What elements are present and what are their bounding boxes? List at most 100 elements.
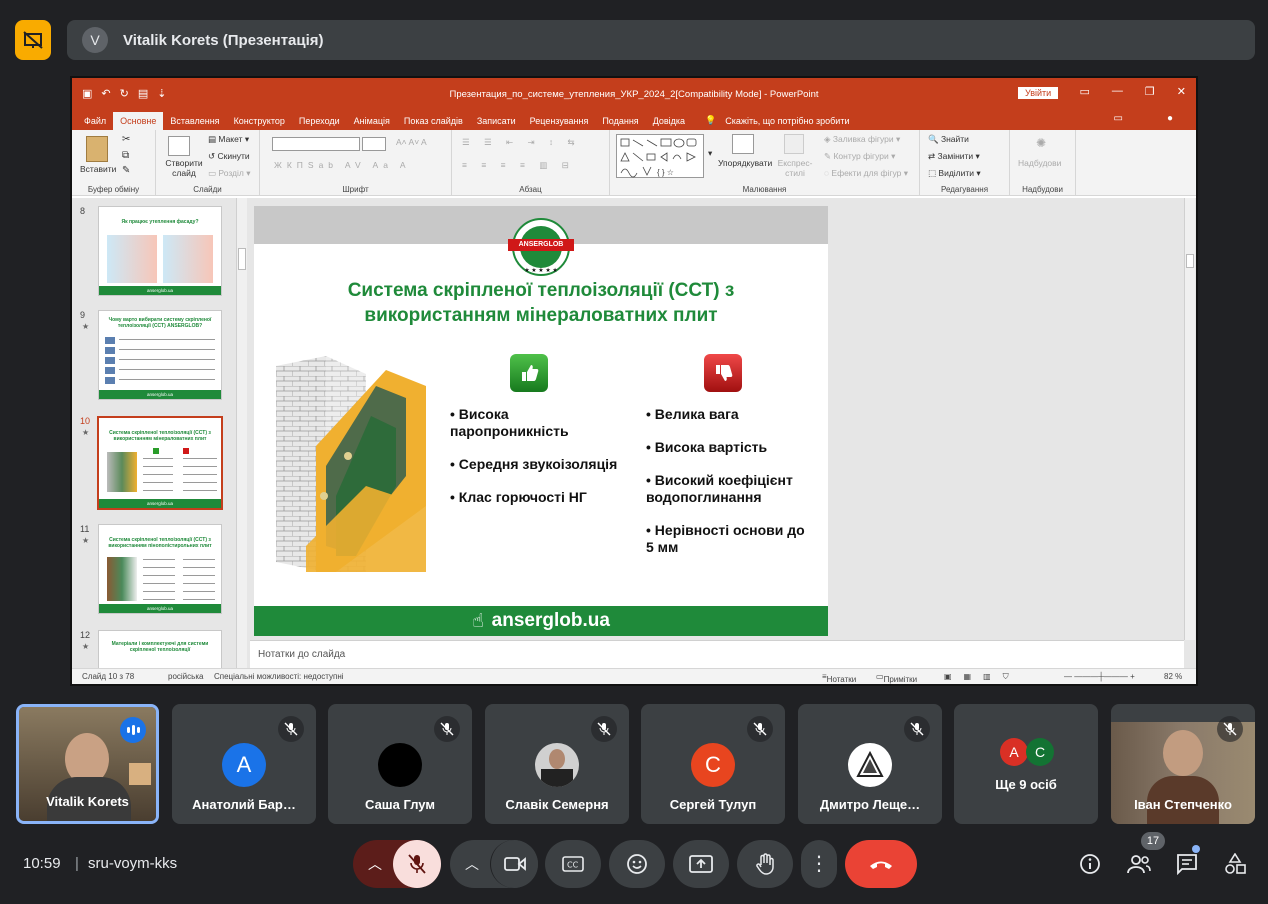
more-options-button[interactable]: ⋮ xyxy=(801,840,837,888)
slide-thumbnail-8[interactable]: Як працює утеплення фасаду? anserglob.ua xyxy=(98,206,222,296)
shape-outline-button[interactable]: ✎ Контур фігури ▾ xyxy=(824,151,895,162)
paste-button[interactable]: Вставити xyxy=(80,164,116,174)
tab-record[interactable]: Записати xyxy=(470,116,523,130)
cut-icon[interactable]: ✂ xyxy=(122,134,130,145)
new-slide-icon[interactable] xyxy=(168,136,190,156)
tab-view[interactable]: Подання xyxy=(595,116,645,130)
activities-button[interactable] xyxy=(1222,852,1248,876)
copy-icon[interactable]: ⧉ xyxy=(122,150,129,161)
tab-transitions[interactable]: Переходи xyxy=(292,116,347,130)
find-button[interactable]: 🔍 Знайти xyxy=(928,134,969,145)
shapes-gallery[interactable]: { } ☆ xyxy=(616,134,704,178)
slide-thumbnail-9[interactable]: Чому варто вибирати систему скріпленої т… xyxy=(98,310,222,400)
meeting-details-button[interactable] xyxy=(1077,852,1103,876)
comments-icon[interactable]: ▭ xyxy=(1107,113,1130,128)
login-button[interactable]: Увійти xyxy=(1018,87,1059,99)
participant-tile[interactable]: Саша Глум xyxy=(328,704,472,824)
paste-icon[interactable] xyxy=(86,136,108,162)
tell-me-input[interactable]: Скажіть, що потрібно зробити xyxy=(723,116,856,130)
list-icons[interactable]: ☰ ☰ ⇤ ⇥ ↕ ⇆ xyxy=(462,137,581,148)
present-screen-button[interactable] xyxy=(673,840,729,888)
quick-styles-button[interactable]: Експрес-стилі xyxy=(776,158,814,178)
align-icons[interactable]: ≡ ≡ ≡ ≡ ▥ ⊟ xyxy=(462,160,575,171)
arrange-button[interactable]: Упорядкувати xyxy=(718,158,772,168)
ribbon-display-icon[interactable]: ▭ xyxy=(1080,85,1090,98)
undo-icon[interactable]: ↶ xyxy=(101,87,110,100)
font-name-field[interactable] xyxy=(272,137,360,151)
section-button[interactable]: ▭ Розділ ▾ xyxy=(208,168,251,179)
language[interactable]: російська xyxy=(168,672,203,681)
thumb-number: 10 xyxy=(80,416,91,426)
grow-font-icon[interactable]: A˄ A˅ A xyxy=(396,137,427,147)
mic-toggle-button[interactable] xyxy=(393,840,441,888)
current-slide[interactable]: ANSERGLOB ★ ★ ★ ★ ★ Система скріпленої т… xyxy=(254,206,828,636)
shapes-more-icon[interactable]: ▾ xyxy=(708,148,712,159)
tab-animations[interactable]: Анімація xyxy=(347,116,397,130)
accessibility-status[interactable]: Спеціальні можливості: недоступні xyxy=(214,672,344,681)
addins-button[interactable]: Надбудови xyxy=(1018,158,1061,168)
comments-toggle[interactable]: ▭ Примітки xyxy=(876,672,917,684)
notes-pane[interactable]: Нотатки до слайда xyxy=(250,640,1184,668)
select-button[interactable]: ⬚ Виділити ▾ xyxy=(928,168,981,179)
save-icon[interactable]: ▣ xyxy=(82,87,92,100)
tab-slideshow[interactable]: Показ слайдів xyxy=(397,116,470,130)
captions-button[interactable]: CC xyxy=(545,840,601,888)
reset-button[interactable]: ↺ Скинути xyxy=(208,151,250,162)
addins-icon[interactable]: ✺ xyxy=(1036,136,1046,150)
more-participants-tile[interactable]: А С Ще 9 осіб xyxy=(954,704,1098,824)
participant-tile[interactable]: Іван Степченко xyxy=(1111,704,1255,824)
leave-call-button[interactable] xyxy=(845,840,917,888)
format-painter-icon[interactable]: ✎ xyxy=(122,165,130,176)
presentation-off-icon[interactable] xyxy=(15,20,51,60)
new-slide-button[interactable]: Створити слайд xyxy=(164,158,204,178)
video-options-button[interactable]: ︿ xyxy=(450,840,494,888)
meeting-code[interactable]: sru-voym-kks xyxy=(88,855,177,872)
slide-thumbnail-12[interactable]: Матеріали і комплектуючі для системи скр… xyxy=(98,630,222,670)
minimize-icon[interactable]: — xyxy=(1112,85,1123,98)
font-style-icons[interactable]: ЖКПSab AV Aa A xyxy=(274,160,411,170)
replace-button[interactable]: ⇄ Замінити ▾ xyxy=(928,151,980,162)
zoom-slider[interactable]: — ———┼——— + xyxy=(1064,672,1135,681)
tab-file[interactable]: Файл xyxy=(77,116,113,130)
shape-fill-button[interactable]: ◈ Заливка фігури ▾ xyxy=(824,134,900,145)
participant-tile[interactable]: А Анатолий Бар… xyxy=(172,704,316,824)
present-icon xyxy=(689,855,713,873)
close-icon[interactable]: ✕ xyxy=(1177,85,1186,98)
slide-thumbnail-11[interactable]: Система скріпленої теплоізоляції (ССТ) з… xyxy=(98,524,222,614)
view-buttons[interactable]: ▣▦▥⛉ xyxy=(944,672,1021,682)
slide-thumbnail-10[interactable]: Система скріпленої теплоізоляції (ССТ) з… xyxy=(97,416,223,510)
people-button[interactable] xyxy=(1126,852,1152,876)
maximize-icon[interactable]: ❐ xyxy=(1145,85,1155,98)
tab-home[interactable]: Основне xyxy=(113,112,164,130)
canvas-scrollbar[interactable] xyxy=(1184,198,1195,640)
layout-button[interactable]: ▤ Макет ▾ xyxy=(208,134,249,145)
zoom-level[interactable]: 82 % xyxy=(1164,672,1182,681)
raise-hand-button[interactable] xyxy=(737,840,793,888)
tab-design[interactable]: Конструктор xyxy=(227,116,292,130)
chat-button[interactable] xyxy=(1174,852,1200,876)
camera-toggle-button[interactable] xyxy=(490,840,538,888)
arrange-icon[interactable] xyxy=(732,134,754,154)
notes-toggle[interactable]: ≡ Нотатки xyxy=(822,672,856,684)
audio-options-button[interactable]: ︿ xyxy=(353,840,397,888)
redo-icon[interactable]: ↻ xyxy=(120,87,129,100)
quick-styles-icon[interactable] xyxy=(784,134,804,154)
font-size-field[interactable] xyxy=(362,137,386,151)
scroll-thumb[interactable] xyxy=(1186,254,1194,268)
share-dot-icon[interactable]: ● xyxy=(1160,113,1180,128)
customize-icon[interactable]: ⇣ xyxy=(157,87,166,100)
captions-icon: CC xyxy=(562,856,584,872)
mic-off-icon xyxy=(278,716,304,742)
scroll-thumb[interactable] xyxy=(238,248,246,270)
shape-effects-button[interactable]: ◌ Ефекти для фігур ▾ xyxy=(824,168,908,179)
tab-help[interactable]: Довідка xyxy=(646,116,692,130)
participant-tile-vitalik[interactable]: Vitalik Korets xyxy=(16,704,159,824)
participant-tile[interactable]: Славік Семерня xyxy=(485,704,629,824)
participant-tile[interactable]: С Сергей Тулуп xyxy=(641,704,785,824)
reactions-button[interactable] xyxy=(609,840,665,888)
slideshow-icon[interactable]: ▤ xyxy=(138,87,148,100)
participant-tile[interactable]: Дмитро Леще… xyxy=(798,704,942,824)
tab-review[interactable]: Рецензування xyxy=(523,116,596,130)
thumbnails-scrollbar[interactable] xyxy=(236,198,247,668)
tab-insert[interactable]: Вставлення xyxy=(163,116,226,130)
